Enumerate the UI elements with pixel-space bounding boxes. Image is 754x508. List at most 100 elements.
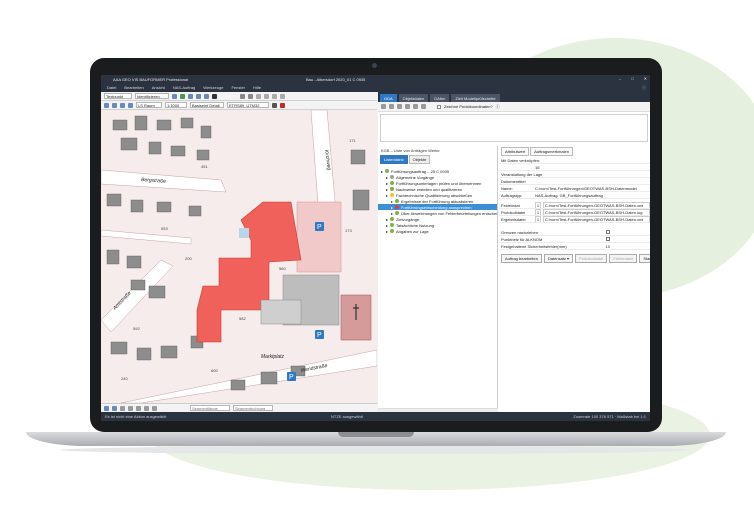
tab-modellpruefschritte[interactable]: Zielt Modellprüfschritte <box>451 94 500 102</box>
action-button[interactable]: Auftrag bearbeiten <box>501 254 542 263</box>
expand-icon[interactable]: ▸ <box>386 187 388 192</box>
parcel-number: 451 <box>201 164 208 169</box>
point-icon[interactable] <box>128 405 133 411</box>
cadastral-map[interactable]: P P P 171 560 553 582 173 592 451 200 24… <box>101 110 377 403</box>
option-checkbox[interactable] <box>606 230 610 234</box>
copy-icon[interactable] <box>389 104 394 109</box>
back-icon[interactable] <box>188 93 193 99</box>
info-icon[interactable]: ⓘ <box>642 85 646 91</box>
tab-auftragsmerkmale[interactable]: Auftragsmerkmalen <box>530 147 573 156</box>
expand-icon[interactable]: ▸ <box>391 205 393 210</box>
expand-icon[interactable]: ▸ <box>386 229 388 234</box>
tree-item[interactable]: ▸ Fortführungsunterlagen prüfen und übern… <box>378 180 497 186</box>
close-button[interactable]: ✕ <box>644 76 647 81</box>
menu-nas-auftrag[interactable]: NAS-Auftrag <box>173 85 195 90</box>
crs-combo[interactable]: LS Raum <box>136 102 162 108</box>
pan-icon[interactable] <box>120 102 125 108</box>
tab-dafen[interactable]: DAfen <box>430 94 450 102</box>
scale-combo[interactable]: 1:1000 <box>165 102 187 108</box>
find-combo[interactable]: Identifizieren <box>135 93 169 99</box>
tab-attributwert[interactable]: Attributwert <box>501 147 530 156</box>
file-path-field[interactable]: C:\vorn\Test-Fortführungen-GEOTWAS-BSH-D… <box>543 209 650 215</box>
minimize-button[interactable]: – <box>619 76 621 81</box>
forward-icon[interactable] <box>196 93 201 99</box>
property-value[interactable]: NAS-Auftrag: GB_Fortführungsauftrag <box>535 193 650 198</box>
link-icon[interactable] <box>397 104 402 109</box>
menu-werkzeuge[interactable]: Werkzeuge <box>203 85 223 90</box>
bookmark-icon[interactable] <box>212 93 217 99</box>
expand-icon[interactable]: ▸ <box>381 169 383 174</box>
menu-bearbeiten[interactable]: Bearbeiten <box>124 85 143 90</box>
action-button[interactable]: Protokolldatei <box>575 254 608 263</box>
file-path-field[interactable]: C:\vorn\Test-Fortführungen-GEOTWAS-BSH-D… <box>543 216 650 222</box>
tab-objektdaten[interactable]: Objektdaten <box>398 94 429 102</box>
street-label: Marktplatz <box>261 354 285 360</box>
draw-points-checkbox[interactable] <box>437 104 441 109</box>
window-titlebar: AAA GEO VIS BAUFORMER Professional Bau -… <box>101 75 650 83</box>
notes-area[interactable] <box>380 114 648 142</box>
property-value[interactable]: C:\vorn\Test-Fortführungen\GEOTWAS-BSH-D… <box>535 186 650 191</box>
tree-item-label: Fortführungsentscheidung aussprechen <box>401 204 472 210</box>
tree-item[interactable]: ▸ Angaben zur Lage <box>378 228 497 234</box>
parcel-number: 171 <box>349 138 356 143</box>
layers-icon[interactable] <box>272 93 277 99</box>
action-button[interactable]: Fehlerdatei <box>609 254 638 263</box>
search-icon[interactable] <box>172 93 177 99</box>
option-checkbox[interactable] <box>606 237 610 241</box>
expand-icon[interactable]: ▸ <box>386 217 388 222</box>
info-tool-icon[interactable] <box>280 93 285 99</box>
action-button[interactable]: Datensatz ▾ <box>543 254 574 263</box>
property-value[interactable]: 16 <box>535 165 650 170</box>
snap-icon[interactable] <box>120 405 125 411</box>
expand-icon[interactable]: ▸ <box>386 175 388 180</box>
pen-icon[interactable] <box>413 104 418 109</box>
new-icon[interactable] <box>381 104 386 109</box>
undo-icon[interactable] <box>104 405 109 411</box>
segment-direction-input[interactable] <box>233 405 273 411</box>
expand-icon[interactable]: ▸ <box>386 193 388 198</box>
refresh-icon[interactable] <box>180 93 185 99</box>
menu-hilfe[interactable]: Hilfe <box>253 85 261 90</box>
tab-gda[interactable]: GDA <box>380 94 397 102</box>
help-icon[interactable]: ⓘ <box>496 104 500 110</box>
tab-listendarst[interactable]: Listendarst <box>380 155 408 164</box>
object-type-combo[interactable]: Textpunkt <box>104 93 132 99</box>
file-path-field[interactable]: C:\vorn\Test-Fortführungen-GEOTWAS-BSH-D… <box>543 202 650 208</box>
option-value-field[interactable]: 10 <box>606 244 610 249</box>
export-icon[interactable] <box>421 104 426 109</box>
layer-combo[interactable]: ETRS89_UTM32 <box>227 102 269 108</box>
status-dot-icon <box>395 205 400 209</box>
action-button[interactable]: Starten <box>639 254 650 263</box>
expand-icon[interactable]: ▸ <box>386 181 388 186</box>
settings-icon[interactable] <box>272 102 277 108</box>
expand-icon[interactable]: ▸ <box>386 223 388 228</box>
tree-item-label: Fachtechnische Qualifizierung abschließe… <box>396 192 473 198</box>
segment-length-input[interactable] <box>190 405 230 411</box>
zoom-extent-icon[interactable] <box>128 102 133 108</box>
parking-icon: P <box>317 332 322 339</box>
trim-icon[interactable] <box>152 405 157 411</box>
marker-icon[interactable] <box>280 102 285 108</box>
expand-icon[interactable]: ▸ <box>391 199 393 204</box>
measure-icon[interactable] <box>256 93 261 99</box>
style-combo[interactable]: Basiseinf Detail <box>190 102 224 108</box>
tree-scrollbar[interactable] <box>378 408 498 412</box>
menu-fenster[interactable]: Fenster <box>231 85 245 90</box>
maximize-button[interactable]: □ <box>631 76 633 81</box>
arc-icon[interactable] <box>144 405 149 411</box>
save-icon[interactable] <box>204 93 209 99</box>
ruler-icon[interactable] <box>264 93 269 99</box>
zoom-out-icon[interactable] <box>112 102 117 108</box>
menu-datei[interactable]: Datei <box>107 85 116 90</box>
tab-objekte[interactable]: Objekte <box>408 155 431 164</box>
status-dot-icon <box>395 211 400 215</box>
select-icon[interactable] <box>240 93 245 99</box>
line-icon[interactable] <box>136 405 141 411</box>
redo-icon[interactable] <box>112 405 117 411</box>
menu-ansicht[interactable]: Ansicht <box>152 85 165 90</box>
expand-icon[interactable]: ▸ <box>391 211 393 216</box>
edit-icon[interactable] <box>405 104 410 109</box>
map-canvas[interactable]: P P P 171 560 553 582 173 592 451 200 24… <box>101 110 377 403</box>
zoom-in-icon[interactable] <box>104 102 109 108</box>
polygon-icon[interactable] <box>248 93 253 99</box>
